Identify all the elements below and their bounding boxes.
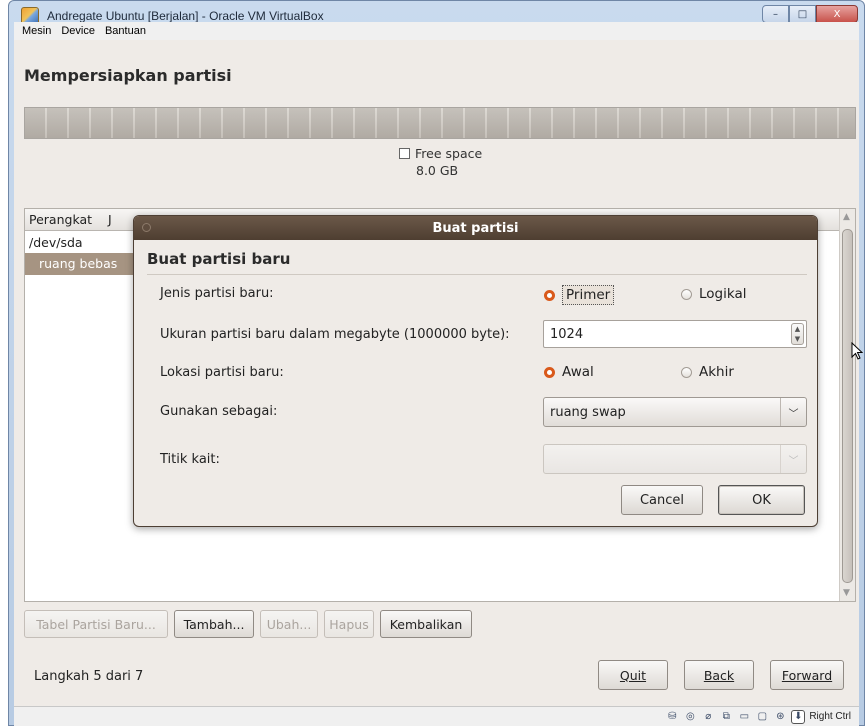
dialog-title: Buat partisi bbox=[432, 220, 519, 236]
chevron-down-icon: ﹀ bbox=[780, 398, 806, 426]
vm-statusbar: ⛁ ◎ ⌀ ⧉ ▭ ▢ ⊛ ⬇ Right Ctrl bbox=[14, 706, 859, 726]
tree-scrollbar[interactable]: ▲ ▼ bbox=[839, 209, 855, 601]
use-as-value: ruang swap bbox=[550, 404, 626, 420]
partition-actions: Tabel Partisi Baru... Tambah... Ubah... … bbox=[24, 610, 472, 638]
mouse-integration-icon[interactable]: ⊛ bbox=[773, 710, 787, 724]
size-label: Ukuran partisi baru dalam megabyte (1000… bbox=[160, 327, 510, 342]
use-as-select[interactable]: ruang swap ﹀ bbox=[543, 397, 807, 427]
shared-folder-icon[interactable]: ▭ bbox=[737, 710, 751, 724]
page-title: Mempersiapkan partisi bbox=[24, 66, 232, 85]
usb-icon[interactable]: ⌀ bbox=[701, 710, 715, 724]
maximize-button[interactable]: □ bbox=[789, 5, 816, 23]
window-controls: – □ X bbox=[762, 5, 858, 23]
add-partition-button[interactable]: Tambah... bbox=[174, 610, 254, 638]
close-button[interactable]: X bbox=[816, 5, 858, 23]
scroll-thumb[interactable] bbox=[842, 229, 853, 583]
radio-begin-label: Awal bbox=[562, 364, 594, 380]
forward-button[interactable]: Forward bbox=[770, 660, 844, 690]
disk-legend: Free space 8.0 GB bbox=[399, 146, 482, 178]
dialog-separator bbox=[147, 274, 807, 275]
use-as-label: Gunakan sebagai: bbox=[160, 404, 278, 419]
radio-logical-label: Logikal bbox=[699, 286, 747, 302]
free-space-swatch bbox=[399, 148, 410, 159]
radio-begin-dot bbox=[544, 366, 555, 378]
menu-device[interactable]: Device bbox=[61, 25, 95, 37]
cd-icon[interactable]: ◎ bbox=[683, 710, 697, 724]
radio-end-dot bbox=[681, 366, 692, 378]
mouse-cursor-icon bbox=[851, 342, 863, 360]
tree-row-free-space-label: ruang bebas bbox=[25, 253, 135, 275]
size-value: 1024 bbox=[550, 326, 584, 342]
back-button[interactable]: Back bbox=[684, 660, 754, 690]
host-key-icon: ⬇ bbox=[791, 709, 806, 724]
mount-point-label: Titik kait: bbox=[160, 452, 220, 467]
revert-button[interactable]: Kembalikan bbox=[380, 610, 472, 638]
menu-mesin[interactable]: Mesin bbox=[22, 25, 51, 37]
create-partition-dialog: Buat partisi Buat partisi baru Jenis par… bbox=[133, 215, 818, 527]
dialog-titlebar[interactable]: Buat partisi bbox=[134, 216, 817, 240]
radio-primary[interactable]: Primer bbox=[544, 285, 615, 305]
column-header-type[interactable]: J bbox=[108, 212, 112, 227]
minimize-button[interactable]: – bbox=[762, 5, 789, 23]
forward-label: Forward bbox=[781, 667, 833, 683]
size-stepper[interactable]: ▲ ▼ bbox=[791, 323, 804, 345]
dialog-heading: Buat partisi baru bbox=[147, 250, 291, 268]
partition-type-label: Jenis partisi baru: bbox=[160, 286, 274, 301]
cancel-label: Cancel bbox=[639, 492, 685, 508]
wizard-nav: Quit Back Forward bbox=[598, 660, 844, 690]
back-label: Back bbox=[703, 667, 735, 683]
ok-button[interactable]: OK bbox=[718, 485, 805, 515]
chevron-down-icon: ﹀ bbox=[780, 445, 806, 473]
radio-primary-dot bbox=[544, 289, 555, 301]
window-title: Andregate Ubuntu [Berjalan] - Oracle VM … bbox=[47, 9, 324, 23]
legend-label: Free space bbox=[415, 146, 483, 161]
menu-bantuan[interactable]: Bantuan bbox=[105, 25, 146, 37]
location-label: Lokasi partisi baru: bbox=[160, 365, 284, 380]
dialog-close-icon[interactable] bbox=[142, 223, 151, 232]
radio-begin[interactable]: Awal bbox=[544, 364, 594, 380]
delete-partition-button[interactable]: Hapus bbox=[324, 610, 374, 638]
hard-disk-icon[interactable]: ⛁ bbox=[665, 710, 679, 724]
step-indicator: Langkah 5 dari 7 bbox=[34, 669, 144, 684]
disk-usage-bar bbox=[24, 107, 856, 139]
scroll-up-icon[interactable]: ▲ bbox=[843, 212, 850, 222]
quit-button[interactable]: Quit bbox=[598, 660, 668, 690]
network-icon[interactable]: ⧉ bbox=[719, 710, 733, 724]
size-input[interactable]: 1024 ▲ ▼ bbox=[543, 320, 807, 348]
radio-end[interactable]: Akhir bbox=[681, 364, 734, 380]
radio-end-label: Akhir bbox=[699, 364, 734, 380]
ok-label: OK bbox=[752, 492, 771, 508]
new-partition-table-button[interactable]: Tabel Partisi Baru... bbox=[24, 610, 168, 638]
quit-label: Quit bbox=[619, 667, 647, 683]
change-partition-button[interactable]: Ubah... bbox=[260, 610, 318, 638]
radio-logical-dot bbox=[681, 288, 692, 300]
scroll-down-icon[interactable]: ▼ bbox=[843, 588, 850, 598]
radio-primary-label: Primer bbox=[562, 285, 615, 305]
radio-logical[interactable]: Logikal bbox=[681, 286, 746, 302]
display-icon[interactable]: ▢ bbox=[755, 710, 769, 724]
mount-point-select[interactable]: ﹀ bbox=[543, 444, 807, 474]
host-key-label: Right Ctrl bbox=[809, 711, 851, 722]
cancel-button[interactable]: Cancel bbox=[621, 485, 703, 515]
column-header-device[interactable]: Perangkat bbox=[29, 212, 92, 227]
legend-size: 8.0 GB bbox=[416, 163, 459, 178]
vm-menubar: Mesin Device Bantuan bbox=[14, 22, 859, 40]
